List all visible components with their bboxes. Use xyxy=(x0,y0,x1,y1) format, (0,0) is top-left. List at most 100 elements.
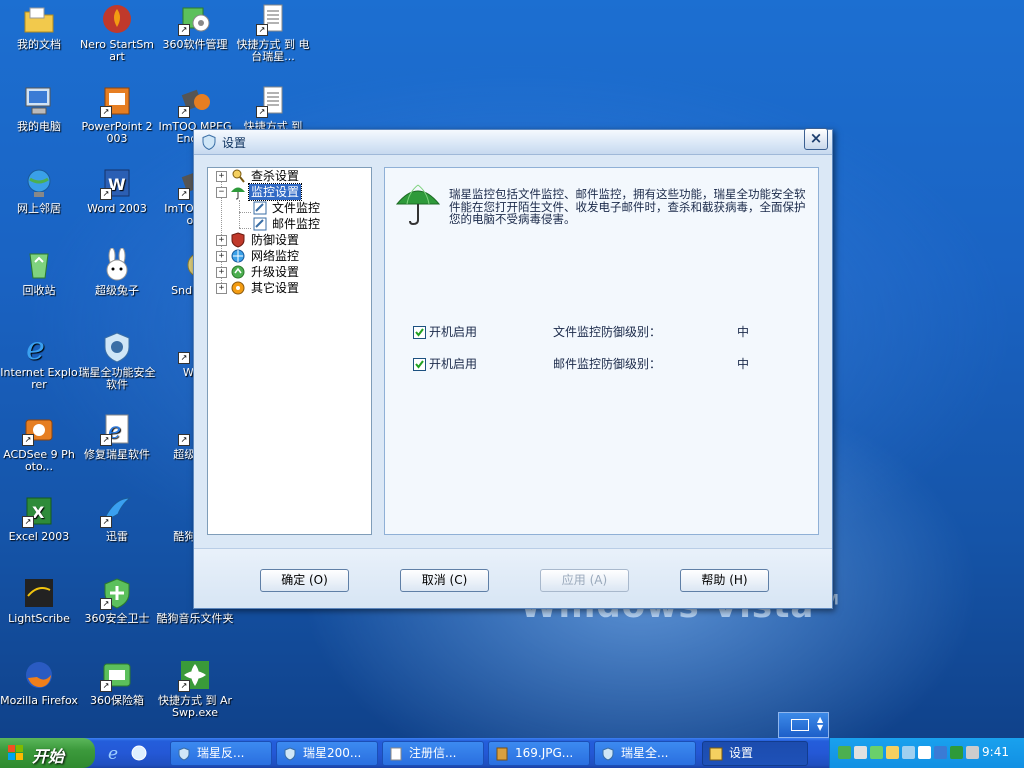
close-button[interactable]: × xyxy=(804,128,828,150)
desktop-icon-lightscribe[interactable]: LightScribe xyxy=(0,576,78,625)
desktop-icon-360-vault[interactable]: ↗ 360保险箱 xyxy=(78,658,156,707)
desktop-icon-firefox[interactable]: Mozilla Firefox xyxy=(0,658,78,707)
imtoo-film-icon: ↗ xyxy=(178,84,212,118)
clock[interactable]: 9:41 xyxy=(982,745,1009,759)
file-monitor-level-label: 文件监控防御级别： xyxy=(553,325,662,339)
expand-toggle[interactable]: + xyxy=(216,267,227,278)
taskbar-item-rising-2008[interactable]: 瑞星200... xyxy=(276,741,378,766)
help-button[interactable]: 帮助 (H) xyxy=(680,569,769,592)
dialog-titlebar[interactable]: 设置 × xyxy=(194,128,832,155)
desktop-icon-internet-explorer[interactable]: e Internet Explorer xyxy=(0,329,78,391)
tree-item-other-settings[interactable]: + 其它设置 xyxy=(216,280,366,296)
tree-item-mail-monitor[interactable]: 邮件监控 xyxy=(246,216,366,232)
expand-toggle[interactable]: + xyxy=(216,283,227,294)
taskbar-item-registration[interactable]: 注册信... xyxy=(382,741,484,766)
file-monitor-autostart-checkbox[interactable] xyxy=(413,326,426,339)
rising-shield-icon xyxy=(601,746,615,761)
tree-item-monitor-settings[interactable]: − 监控设置 xyxy=(216,183,366,201)
tree-item-label: 查杀设置 xyxy=(251,169,300,183)
desktop-icon-word[interactable]: W ↗ Word 2003 xyxy=(78,166,156,215)
desktop-icon-excel[interactable]: X ↗ Excel 2003 xyxy=(0,494,78,543)
quick-launch-desktop-icon[interactable] xyxy=(130,744,148,762)
360-software-icon: ↗ xyxy=(178,2,212,36)
word-icon: W ↗ xyxy=(100,166,134,200)
document-shortcut-icon: ↗ xyxy=(256,2,290,36)
tree-item-label: 其它设置 xyxy=(251,281,300,295)
tray-security-icon[interactable] xyxy=(886,746,899,759)
taskbar-item-image-viewer[interactable]: 169.JPG... xyxy=(488,741,590,766)
tree-item-defense-settings[interactable]: + 防御设置 xyxy=(216,232,366,248)
gear-icon xyxy=(230,280,246,296)
powerpoint-icon: ↗ xyxy=(100,84,134,118)
desktop-icon-arswp[interactable]: ↗ 快捷方式 到 ArSwp.exe xyxy=(156,658,234,719)
collapse-toggle[interactable]: − xyxy=(216,187,227,198)
upgrade-globe-icon xyxy=(230,264,246,280)
windows-logo-icon xyxy=(8,745,24,761)
desktop-icon-shortcut-2[interactable]: ↗ 快捷方式 到 xyxy=(234,84,312,133)
mail-monitor-icon xyxy=(252,216,268,232)
keyboard-icon xyxy=(791,719,809,731)
tray-shield-icon[interactable] xyxy=(838,746,851,759)
apply-button[interactable]: 应用 (A) xyxy=(540,569,629,592)
tree-item-upgrade-settings[interactable]: + 升级设置 xyxy=(216,264,366,280)
tree-item-file-monitor[interactable]: 文件监控 xyxy=(246,200,366,216)
desktop-icon-shortcut-radio[interactable]: ↗ 快捷方式 到 电台瑞星... xyxy=(234,2,312,63)
mail-monitor-level-value[interactable]: 中 xyxy=(737,356,749,372)
expand-toggle[interactable]: + xyxy=(216,251,227,262)
tray-printer-icon[interactable] xyxy=(918,746,931,759)
document-shortcut-icon: ↗ xyxy=(256,84,290,118)
tray-speaker-icon[interactable] xyxy=(966,746,979,759)
desktop-icon-recycle-bin[interactable]: 回收站 xyxy=(0,248,78,297)
desktop-icon-rising-security[interactable]: 瑞星全功能安全软件 xyxy=(78,330,156,391)
xunlei-bird-icon: ↗ xyxy=(100,494,134,528)
expand-toggle[interactable]: + xyxy=(216,235,227,246)
desktop-icon-network[interactable]: 网上邻居 xyxy=(0,166,78,215)
tree-item-network-monitor[interactable]: + 网络监控 xyxy=(216,248,366,264)
file-monitor-level-value[interactable]: 中 xyxy=(737,324,749,340)
desktop-icon-super-rabbit[interactable]: 超级兔子 xyxy=(78,247,156,297)
recycle-bin-icon xyxy=(22,248,56,282)
desktop-icon-acdsee[interactable]: ↗ ACDSee 9 Photo... xyxy=(0,412,78,473)
quick-launch-ie-icon[interactable]: e xyxy=(106,744,124,764)
tray-network-icon[interactable] xyxy=(854,746,867,759)
lightscribe-icon xyxy=(22,576,56,610)
file-monitor-icon xyxy=(252,200,268,216)
desktop-icon-my-documents[interactable]: 我的文档 xyxy=(0,2,78,51)
tree-line xyxy=(239,200,240,228)
tree-item-label: 升级设置 xyxy=(251,265,300,279)
firefox-icon xyxy=(22,658,56,692)
tray-umbrella-icon[interactable] xyxy=(950,746,963,759)
tray-360-icon[interactable] xyxy=(870,746,883,759)
dialog-button-bar: 确定 (O) 取消 (C) 应用 (A) 帮助 (H) xyxy=(194,548,832,608)
desktop-icon-360-software[interactable]: ↗ 360软件管理 xyxy=(156,2,234,51)
mail-monitor-autostart-checkbox[interactable] xyxy=(413,358,426,371)
shield-icon xyxy=(230,232,246,248)
tree-item-label: 网络监控 xyxy=(251,249,300,263)
umbrella-icon xyxy=(395,182,441,228)
excel-icon: X ↗ xyxy=(22,494,56,528)
start-button[interactable]: 开始 xyxy=(0,738,95,768)
rising-shield-icon xyxy=(201,134,217,151)
ok-button[interactable]: 确定 (O) xyxy=(260,569,349,592)
desktop-icon-nero[interactable]: Nero StartSmart xyxy=(78,2,156,63)
chevron-updown-icon[interactable]: ▲ ▼ xyxy=(817,716,823,732)
taskbar-item-settings[interactable]: 设置 xyxy=(702,741,808,766)
mail-monitor-option-row: 开机启用 邮件监控防御级别： 中 xyxy=(413,356,813,372)
desktop-icon-my-computer[interactable]: 我的电脑 xyxy=(0,84,78,133)
magnifier-icon xyxy=(230,168,246,184)
cancel-button[interactable]: 取消 (C) xyxy=(400,569,489,592)
computer-icon xyxy=(22,84,56,118)
input-language-bar[interactable]: ▲ ▼ xyxy=(778,712,829,738)
tray-ie-icon[interactable] xyxy=(934,746,947,759)
taskbar-item-rising-full[interactable]: 瑞星全... xyxy=(594,741,696,766)
expand-toggle[interactable]: + xyxy=(216,171,227,182)
tray-sound-icon[interactable] xyxy=(902,746,915,759)
desktop-icon-powerpoint[interactable]: ↗ PowerPoint 2003 xyxy=(78,84,156,145)
tree-item-scan-settings[interactable]: + 查杀设置 xyxy=(216,168,366,184)
desktop-icon-360-safe[interactable]: ↗ 360安全卫士 xyxy=(78,576,156,625)
tree-item-label: 防御设置 xyxy=(251,233,300,247)
image-viewer-icon xyxy=(495,746,509,761)
desktop-icon-repair-rising[interactable]: e ↗ 修复瑞星软件 xyxy=(78,412,156,461)
desktop-icon-xunlei[interactable]: ↗ 迅雷 xyxy=(78,494,156,543)
taskbar-item-rising-av[interactable]: 瑞星反... xyxy=(170,741,272,766)
